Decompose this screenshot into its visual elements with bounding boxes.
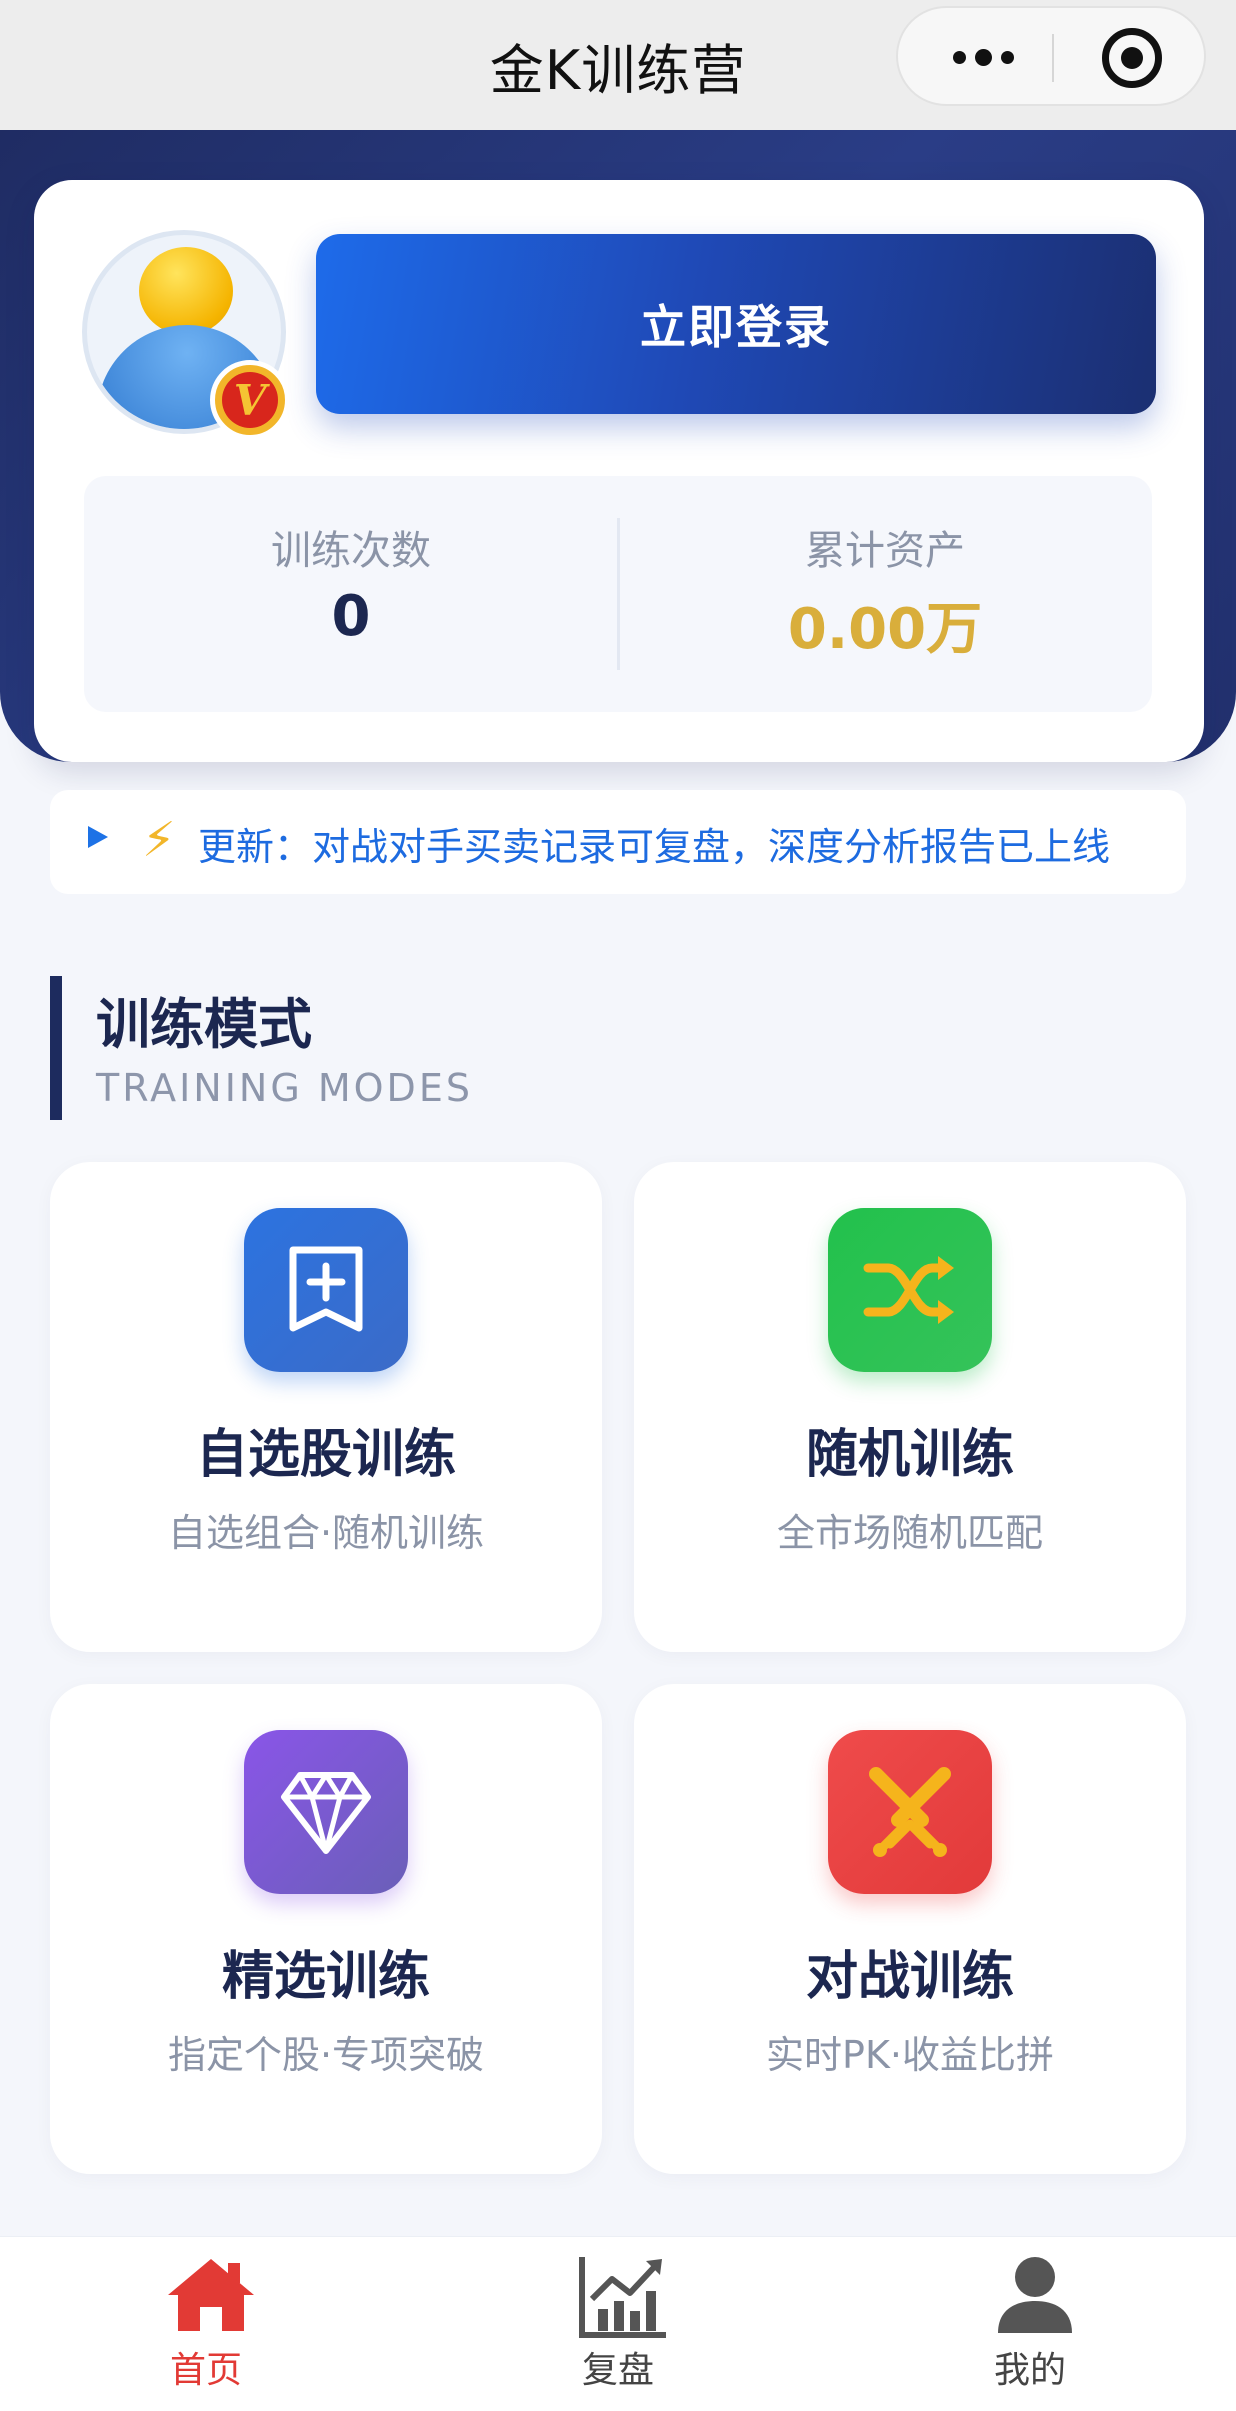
mode-card-selected[interactable]: 精选训练 指定个股·专项突破 — [50, 1684, 602, 2174]
mode-desc: 自选组合·随机训练 — [167, 1511, 485, 1555]
stat-total-assets: 累计资产 0.00万 — [618, 476, 1152, 712]
bookmark-plus-icon — [244, 1208, 408, 1372]
tab-label: 复盘 — [581, 2350, 654, 2391]
mode-name: 随机训练 — [805, 1425, 1014, 1485]
login-button[interactable]: 立即登录 — [316, 234, 1156, 414]
section-accent-bar — [50, 976, 62, 1120]
stat-training-count: 训练次数 0 — [84, 476, 618, 712]
bottom-tab-bar: 首页 复盘 我的 — [0, 2236, 1236, 2411]
mode-card-random[interactable]: 随机训练 全市场随机匹配 — [634, 1162, 1186, 1652]
mode-desc: 全市场随机匹配 — [776, 1511, 1043, 1555]
mode-name: 对战训练 — [805, 1947, 1014, 2007]
tab-label: 我的 — [993, 2350, 1066, 2391]
stat-label: 训练次数 — [271, 528, 431, 574]
stat-value: 0 — [331, 584, 371, 649]
more-dots-icon[interactable] — [938, 42, 1028, 72]
shuffle-icon — [828, 1208, 992, 1372]
capsule-divider — [1052, 34, 1054, 82]
badge-letter: V — [222, 372, 278, 428]
stat-label: 累计资产 — [805, 528, 965, 574]
section-subtitle: TRAINING MODES — [96, 1066, 473, 1110]
crossed-swords-icon — [828, 1730, 992, 1894]
lightning-icon: ⚡ — [142, 812, 176, 868]
target-icon[interactable] — [1102, 28, 1162, 88]
notice-text: 更新：对战对手买卖记录可复盘，深度分析报告已上线 — [198, 825, 1111, 869]
update-notice[interactable]: ⚡ 更新：对战对手买卖记录可复盘，深度分析报告已上线 — [50, 790, 1186, 894]
stats-panel: 训练次数 0 累计资产 0.00万 — [84, 476, 1152, 712]
mini-program-capsule — [896, 6, 1206, 106]
mode-desc: 指定个股·专项突破 — [167, 2033, 485, 2077]
mode-name: 自选股训练 — [195, 1425, 456, 1485]
diamond-icon — [244, 1730, 408, 1894]
mode-name: 精选训练 — [221, 1947, 430, 2007]
section-title: 训练模式 — [96, 993, 312, 1056]
chart-icon — [578, 2255, 666, 2338]
play-arrow-icon — [88, 826, 108, 848]
home-icon — [166, 2255, 254, 2335]
tab-home[interactable]: 首页 — [0, 2237, 412, 2411]
mode-desc: 实时PK·收益比拼 — [766, 2033, 1054, 2077]
stat-value: 0.00万 — [787, 597, 983, 662]
title-bar: 金K训练营 — [0, 0, 1236, 130]
mode-card-battle[interactable]: 对战训练 实时PK·收益比拼 — [634, 1684, 1186, 2174]
person-icon — [990, 2255, 1072, 2335]
mode-card-watchlist[interactable]: 自选股训练 自选组合·随机训练 — [50, 1162, 602, 1652]
tab-label: 首页 — [169, 2350, 242, 2391]
tab-review[interactable]: 复盘 — [412, 2237, 824, 2411]
tab-mine[interactable]: 我的 — [824, 2237, 1236, 2411]
vip-badge-icon: V — [210, 360, 290, 440]
